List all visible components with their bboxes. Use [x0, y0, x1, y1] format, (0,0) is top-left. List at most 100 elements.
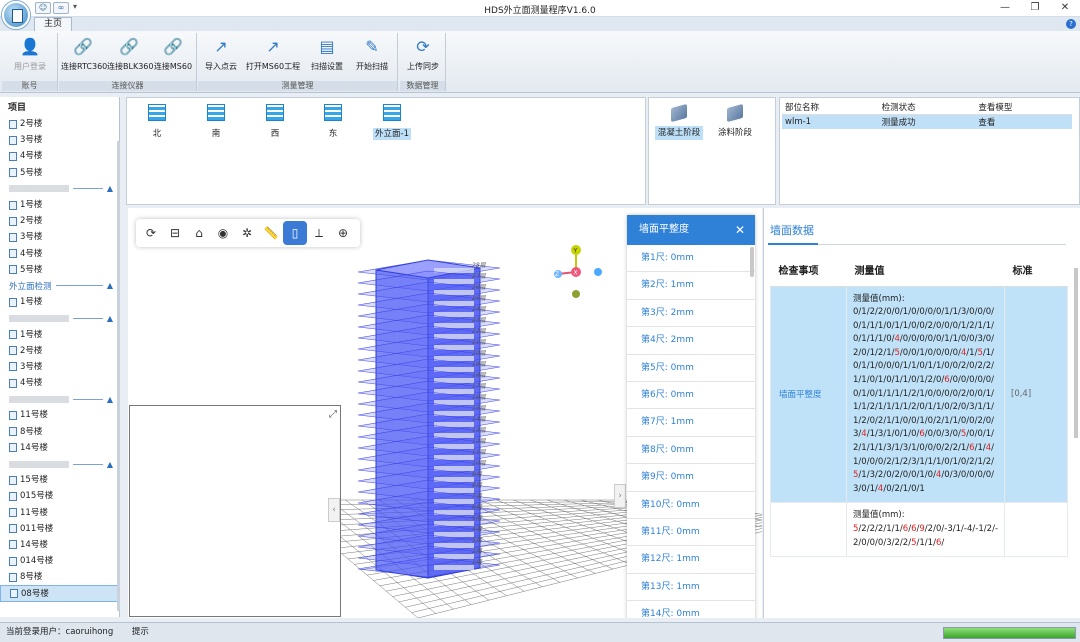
tree-item[interactable]: 8号楼 — [0, 424, 119, 440]
home-view-icon[interactable]: ⌂ — [187, 221, 211, 245]
upload-sync-button[interactable]: ⟳ 上传同步 — [402, 35, 444, 79]
chevron-up-icon[interactable]: ▲ — [107, 314, 113, 323]
axis-gizmo[interactable]: Y Z X — [546, 244, 606, 304]
tab-home[interactable]: 主页 — [34, 17, 72, 32]
flatness-item[interactable]: 第5尺: 0mm — [627, 355, 755, 382]
stage-concrete[interactable]: 混凝土阶段 — [653, 103, 705, 140]
flatness-item[interactable]: 第13尺: 1mm — [627, 574, 755, 602]
stage-paint[interactable]: 涂料阶段 — [713, 103, 757, 138]
flatness-item[interactable]: 第6尺: 0mm — [627, 382, 755, 410]
tree-group[interactable]: ▲ — [0, 391, 119, 407]
chevron-up-icon[interactable]: ▲ — [107, 460, 113, 469]
connect-ms60-button[interactable]: 🔗 连接MS60 — [152, 35, 194, 79]
flatness-scrollbar[interactable] — [750, 247, 754, 277]
measured-value: 4 — [960, 347, 967, 358]
tree-item[interactable]: 4号楼 — [0, 375, 119, 391]
flatness-item[interactable]: 第2尺: 1mm — [627, 272, 755, 300]
table-row[interactable]: 测量值(mm): 5/2/2/2/1/1/6/6/9/2/0/-3/1/-4/-… — [770, 502, 1068, 558]
tree-item[interactable]: 3号楼 — [0, 132, 119, 148]
flatness-item[interactable]: 第4尺: 2mm — [627, 327, 755, 355]
flatness-item[interactable]: 第7尺: 1mm — [627, 409, 755, 437]
tree-item[interactable]: 15号楼 — [0, 472, 119, 488]
close-icon[interactable]: ✕ — [735, 215, 745, 245]
tree-item[interactable]: 8号楼 — [0, 569, 119, 585]
table-row[interactable]: wlm-1 测量成功 查看 — [782, 114, 1072, 129]
tree-item[interactable]: 4号楼 — [0, 148, 119, 164]
gear-icon[interactable]: ✲ — [235, 221, 259, 245]
import-pointcloud-button[interactable]: ↗ 导入点云 — [201, 35, 241, 79]
flatness-item[interactable]: 第14尺: 0mm — [627, 601, 755, 618]
open-ms60-project-button[interactable]: ↗ 打开MS60工程 — [243, 35, 303, 79]
chevron-up-icon[interactable]: ▲ — [107, 395, 113, 404]
tree-item-label: 14号楼 — [20, 442, 48, 453]
tree-item[interactable]: 1号楼 — [0, 294, 119, 310]
chevron-up-icon[interactable]: ▲ — [107, 281, 113, 290]
minimize-button[interactable]: — — [990, 0, 1020, 16]
tree-item[interactable]: 4号楼 — [0, 246, 119, 262]
flatness-item[interactable]: 第9尺: 0mm — [627, 464, 755, 492]
tree-item[interactable]: 11号楼 — [0, 407, 119, 423]
refresh-icon[interactable]: ⟳ — [139, 221, 163, 245]
minimap[interactable]: ⤢ — [129, 405, 341, 617]
connect-rtc360-button[interactable]: 🔗 连接RTC360 — [61, 35, 107, 79]
tree-item[interactable]: 5号楼 — [0, 262, 119, 278]
tree-item[interactable]: 1号楼 — [0, 326, 119, 342]
table-row[interactable]: 墙面平整度 测量值(mm): 0/1/2/2/0/0/1/0/0/0/0/1/1… — [770, 285, 1068, 504]
tree-item[interactable]: 015号楼 — [0, 488, 119, 504]
3d-viewport[interactable]: 28层 27层 26层 25层 24层 23层 22层 21层 20层 19层 18层 17层 16层 1… — [128, 208, 762, 618]
app-logo[interactable] — [2, 1, 30, 29]
collapse-right-arrow-icon[interactable]: › — [614, 484, 626, 508]
facade-east[interactable]: 东 — [313, 104, 353, 139]
facade-south[interactable]: 南 — [196, 104, 236, 139]
tree-root[interactable]: 项目 — [0, 97, 119, 116]
tree-item[interactable]: 14号楼 — [0, 440, 119, 456]
tree-item[interactable]: 08号楼 — [0, 585, 119, 602]
flatness-item[interactable]: 第1尺: 0mm — [627, 245, 755, 273]
tree-item[interactable]: 5号楼 — [0, 165, 119, 181]
tree-item[interactable]: 14号楼 — [0, 537, 119, 553]
data-scrollbar[interactable] — [1074, 268, 1078, 438]
eye-icon[interactable]: ◉ — [211, 221, 235, 245]
flatness-item[interactable]: 第3尺: 2mm — [627, 300, 755, 328]
connect-blk360-button[interactable]: 🔗 连接BLK360 — [107, 35, 153, 79]
tree-item[interactable]: 3号楼 — [0, 229, 119, 245]
tree-item[interactable]: 2号楼 — [0, 213, 119, 229]
flatness-item[interactable]: 第12尺: 1mm — [627, 546, 755, 574]
close-button[interactable]: ✕ — [1050, 0, 1080, 16]
tree-group[interactable]: ▲ — [0, 181, 119, 197]
axes-icon[interactable]: ⟂ — [307, 221, 331, 245]
scan-settings-button[interactable]: ▤ 扫描设置 — [306, 35, 348, 79]
tree-scrollbar[interactable] — [117, 141, 120, 611]
tree-item[interactable]: 011号楼 — [0, 521, 119, 537]
tree-item[interactable]: 2号楼 — [0, 116, 119, 132]
facade-exterior-1[interactable]: 外立面-1 — [369, 104, 415, 140]
tree-item[interactable]: 3号楼 — [0, 359, 119, 375]
tree-item[interactable]: 014号楼 — [0, 553, 119, 569]
tree-group[interactable]: ▲ — [0, 310, 119, 326]
tree-item[interactable]: 11号楼 — [0, 505, 119, 521]
login-button[interactable]: 👤 用户登录 — [5, 35, 55, 79]
tree-item[interactable]: 2号楼 — [0, 343, 119, 359]
flatness-item[interactable]: 第11尺: 0mm — [627, 519, 755, 547]
minus-box-icon[interactable]: ⊟ — [163, 221, 187, 245]
tree-item[interactable]: 1号楼 — [0, 197, 119, 213]
flatness-icon[interactable]: ▯ — [283, 221, 307, 245]
tab-wall-data[interactable]: 墙面数据 — [770, 222, 814, 238]
flatness-item[interactable]: 第10尺: 0mm — [627, 492, 755, 519]
view-model-link[interactable]: 查看 — [975, 114, 1072, 129]
flatness-item[interactable]: 第8尺: 0mm — [627, 437, 755, 465]
tree-group[interactable]: 外立面检测 ▲ — [0, 278, 119, 294]
chevron-up-icon[interactable]: ▲ — [107, 184, 113, 193]
maximize-button[interactable]: ❐ — [1020, 0, 1050, 16]
start-scan-button[interactable]: ✎ 开始扫描 — [351, 35, 393, 79]
expand-icon[interactable]: ⤢ — [329, 409, 337, 420]
ruler-icon[interactable]: 📏 — [259, 221, 283, 245]
tree-group[interactable]: ▲ — [0, 456, 119, 472]
flatness-panel-header: 墙面平整度 ✕ — [627, 215, 755, 245]
facade-north[interactable]: 北 — [137, 104, 177, 139]
facade-west[interactable]: 西 — [255, 104, 295, 139]
target-icon[interactable]: ⊕ — [331, 221, 355, 245]
building-model[interactable]: 28层 27层 26层 25层 24层 23层 22层 21层 20层 19层 18层 17层 16层 1… — [357, 259, 501, 579]
collapse-left-arrow-icon[interactable]: ‹ — [328, 498, 340, 522]
help-icon[interactable]: ? — [1066, 19, 1076, 29]
